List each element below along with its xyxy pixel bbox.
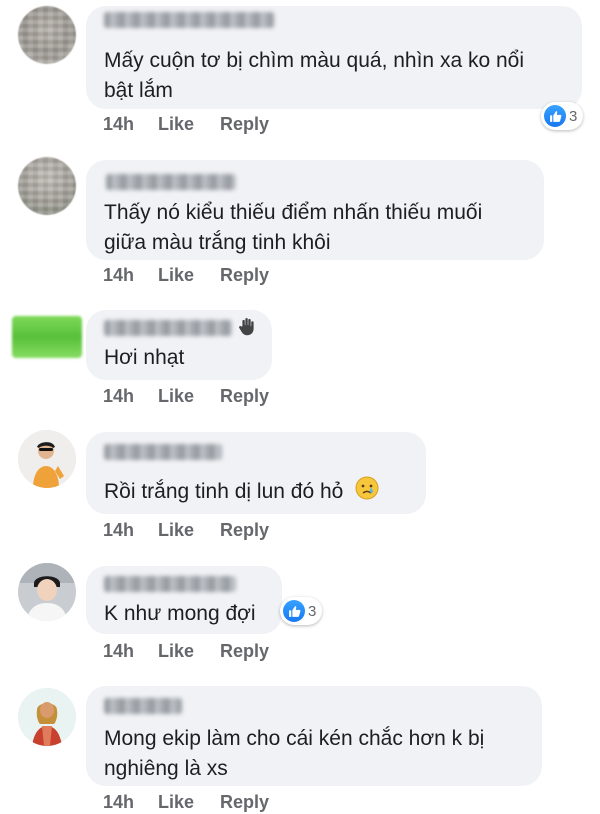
reply-button[interactable]: Reply [220, 792, 269, 813]
comment-bubble: K như mong đợi [86, 566, 282, 634]
timestamp[interactable]: 14h [103, 265, 158, 286]
reaction-count-badge[interactable]: 3 [541, 102, 584, 130]
comment-actions: 14h Like Reply [103, 641, 269, 662]
comment-text-line-2: nghiêng là xs [104, 757, 228, 780]
like-button[interactable]: Like [158, 641, 220, 662]
comment-actions: 14h Like Reply [103, 386, 269, 407]
comment-text-line-1: Mong ekip làm cho cái kén chắc hơn k bị [104, 727, 485, 750]
timestamp[interactable]: 14h [103, 641, 158, 662]
comment-text-line-1: Mấy cuộn tơ bị chìm màu quá, nhìn xa ko … [104, 49, 524, 72]
comment-text-line-1: K như mong đợi [104, 602, 256, 625]
timestamp[interactable]: 14h [103, 792, 158, 813]
comment-bubble: Mấy cuộn tơ bị chìm màu quá, nhìn xa ko … [86, 6, 582, 109]
avatar[interactable] [18, 688, 76, 746]
reply-button[interactable]: Reply [220, 641, 269, 662]
like-button[interactable]: Like [158, 265, 220, 286]
like-button[interactable]: Like [158, 792, 220, 813]
comment-text-line-2: giữa màu trắng tinh khôi [104, 231, 331, 254]
comment-bubble: Mong ekip làm cho cái kén chắc hơn k bị … [86, 686, 542, 786]
commenter-name[interactable] [104, 698, 182, 714]
comment-text-line-1: Thấy nó kiểu thiếu điểm nhấn thiếu muối [104, 201, 483, 224]
like-icon [544, 105, 566, 127]
reaction-count: 3 [308, 602, 317, 620]
comment-bubble: Rồi trắng tinh dị lun đó hỏ [86, 432, 426, 514]
timestamp[interactable]: 14h [103, 114, 158, 135]
avatar[interactable] [18, 6, 76, 64]
timestamp[interactable]: 14h [103, 386, 158, 407]
commenter-name[interactable] [104, 576, 236, 592]
comment-text-line-2: bật lắm [104, 79, 173, 102]
reaction-count: 3 [569, 107, 578, 125]
reply-button[interactable]: Reply [220, 265, 269, 286]
commenter-name[interactable] [104, 12, 274, 28]
avatar[interactable] [18, 157, 76, 215]
reaction-count-badge[interactable]: 3 [280, 597, 323, 625]
comment-text: Rồi trắng tinh dị lun đó hỏ [104, 480, 344, 504]
avatar[interactable] [12, 316, 82, 358]
avatar[interactable] [18, 563, 76, 621]
commenter-name[interactable] [104, 320, 232, 336]
avatar[interactable] [18, 430, 76, 488]
comment-actions: 14h Like Reply [103, 520, 269, 541]
like-button[interactable]: Like [158, 520, 220, 541]
like-button[interactable]: Like [158, 114, 220, 135]
commenter-name[interactable] [106, 174, 236, 190]
like-icon [283, 600, 305, 622]
comment-actions: 14h Like Reply [103, 792, 269, 813]
timestamp[interactable]: 14h [103, 520, 158, 541]
reply-button[interactable]: Reply [220, 386, 269, 407]
comment-actions: 14h Like Reply [103, 265, 269, 286]
comment-bubble: Hơi nhạt [86, 310, 272, 380]
comment-bubble: Thấy nó kiểu thiếu điểm nhấn thiếu muối … [86, 160, 544, 260]
commenter-name[interactable] [104, 444, 222, 460]
reply-button[interactable]: Reply [220, 520, 269, 541]
comment-text-line-1: Hơi nhạt [104, 346, 185, 369]
wave-hand-icon [236, 316, 258, 343]
comment-actions: 14h Like Reply [103, 114, 269, 135]
reply-button[interactable]: Reply [220, 114, 269, 135]
crying-face-icon [355, 476, 379, 509]
like-button[interactable]: Like [158, 386, 220, 407]
comment-text-line-1: Rồi trắng tinh dị lun đó hỏ [104, 476, 379, 509]
